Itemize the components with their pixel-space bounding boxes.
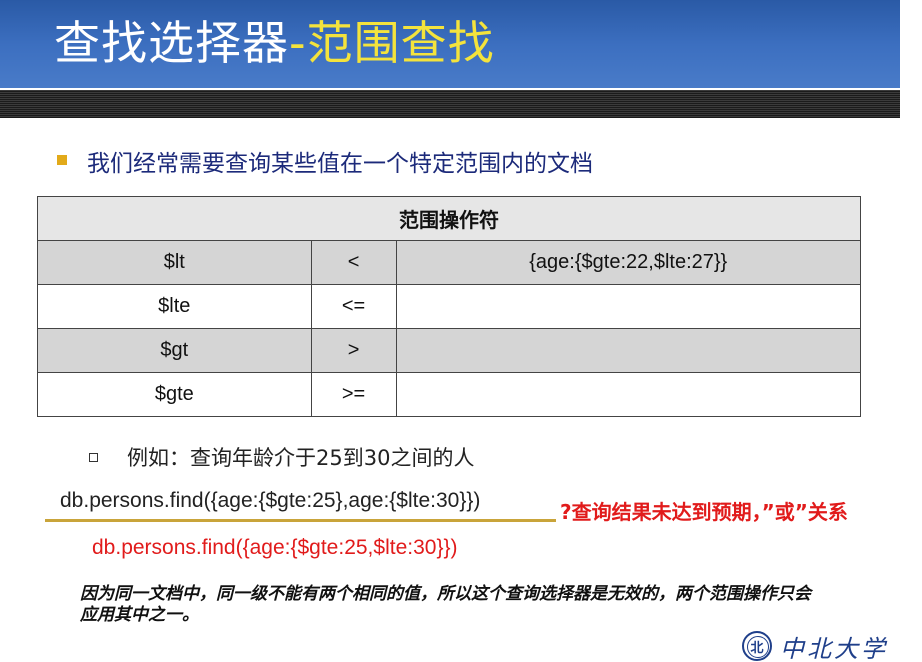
- table-row: $lte <=: [37, 284, 861, 329]
- symbol-cell: <=: [310, 284, 397, 329]
- seal-char: 北: [750, 639, 764, 655]
- slide-title: 查找选择器-范围查找: [54, 10, 495, 76]
- symbol-cell: >=: [310, 372, 397, 417]
- example-text: 例如：查询年龄介于25到30之间的人: [127, 446, 475, 470]
- example-cell: {age:{$gte:22,$lte:27}}: [395, 240, 861, 285]
- title-main: 查找选择器: [54, 16, 289, 70]
- bullet-square-icon: [57, 155, 67, 165]
- warning-note: ?查询结果未达到预期，”或”关系: [560, 500, 848, 524]
- right-edge: [900, 0, 922, 662]
- range-operator-table: 范围操作符 $lt < {age:{$gte:22,$lte:27}} $lte…: [37, 196, 861, 417]
- table-row: $gte >=: [37, 372, 861, 417]
- logo-text: 中北大学: [780, 634, 888, 662]
- code-line-wrong: db.persons.find({age:{$gte:25},age:{$lte…: [60, 489, 481, 512]
- code-underline: [45, 519, 556, 522]
- operator-cell: $gt: [37, 328, 312, 373]
- symbol-cell: >: [310, 328, 397, 373]
- bullet-text: 我们经常需要查询某些值在一个特定范围内的文档: [87, 151, 593, 177]
- example-cell: [395, 328, 861, 373]
- symbol-cell: <: [310, 240, 397, 285]
- explanation-text: 因为同一文档中，同一级不能有两个相同的值，所以这个查询选择器是无效的，两个范围操…: [80, 584, 811, 625]
- code-line-correct: db.persons.find({age:{$gte:25,$lte:30}}): [92, 536, 458, 559]
- example-cell: [395, 284, 861, 329]
- operator-cell: $lt: [37, 240, 312, 285]
- operator-cell: $lte: [37, 284, 312, 329]
- operator-cell: $gte: [37, 372, 312, 417]
- striped-band: [0, 90, 900, 118]
- university-seal-icon: 北: [742, 631, 772, 661]
- hollow-square-bullet-icon: [89, 453, 98, 462]
- table-header: 范围操作符: [37, 196, 861, 241]
- university-logo: 北 中北大学: [742, 630, 888, 662]
- title-accent: -范围查找: [289, 16, 495, 70]
- table-row: $gt >: [37, 328, 861, 373]
- example-cell: [395, 372, 861, 417]
- table-row: $lt < {age:{$gte:22,$lte:27}}: [37, 240, 861, 285]
